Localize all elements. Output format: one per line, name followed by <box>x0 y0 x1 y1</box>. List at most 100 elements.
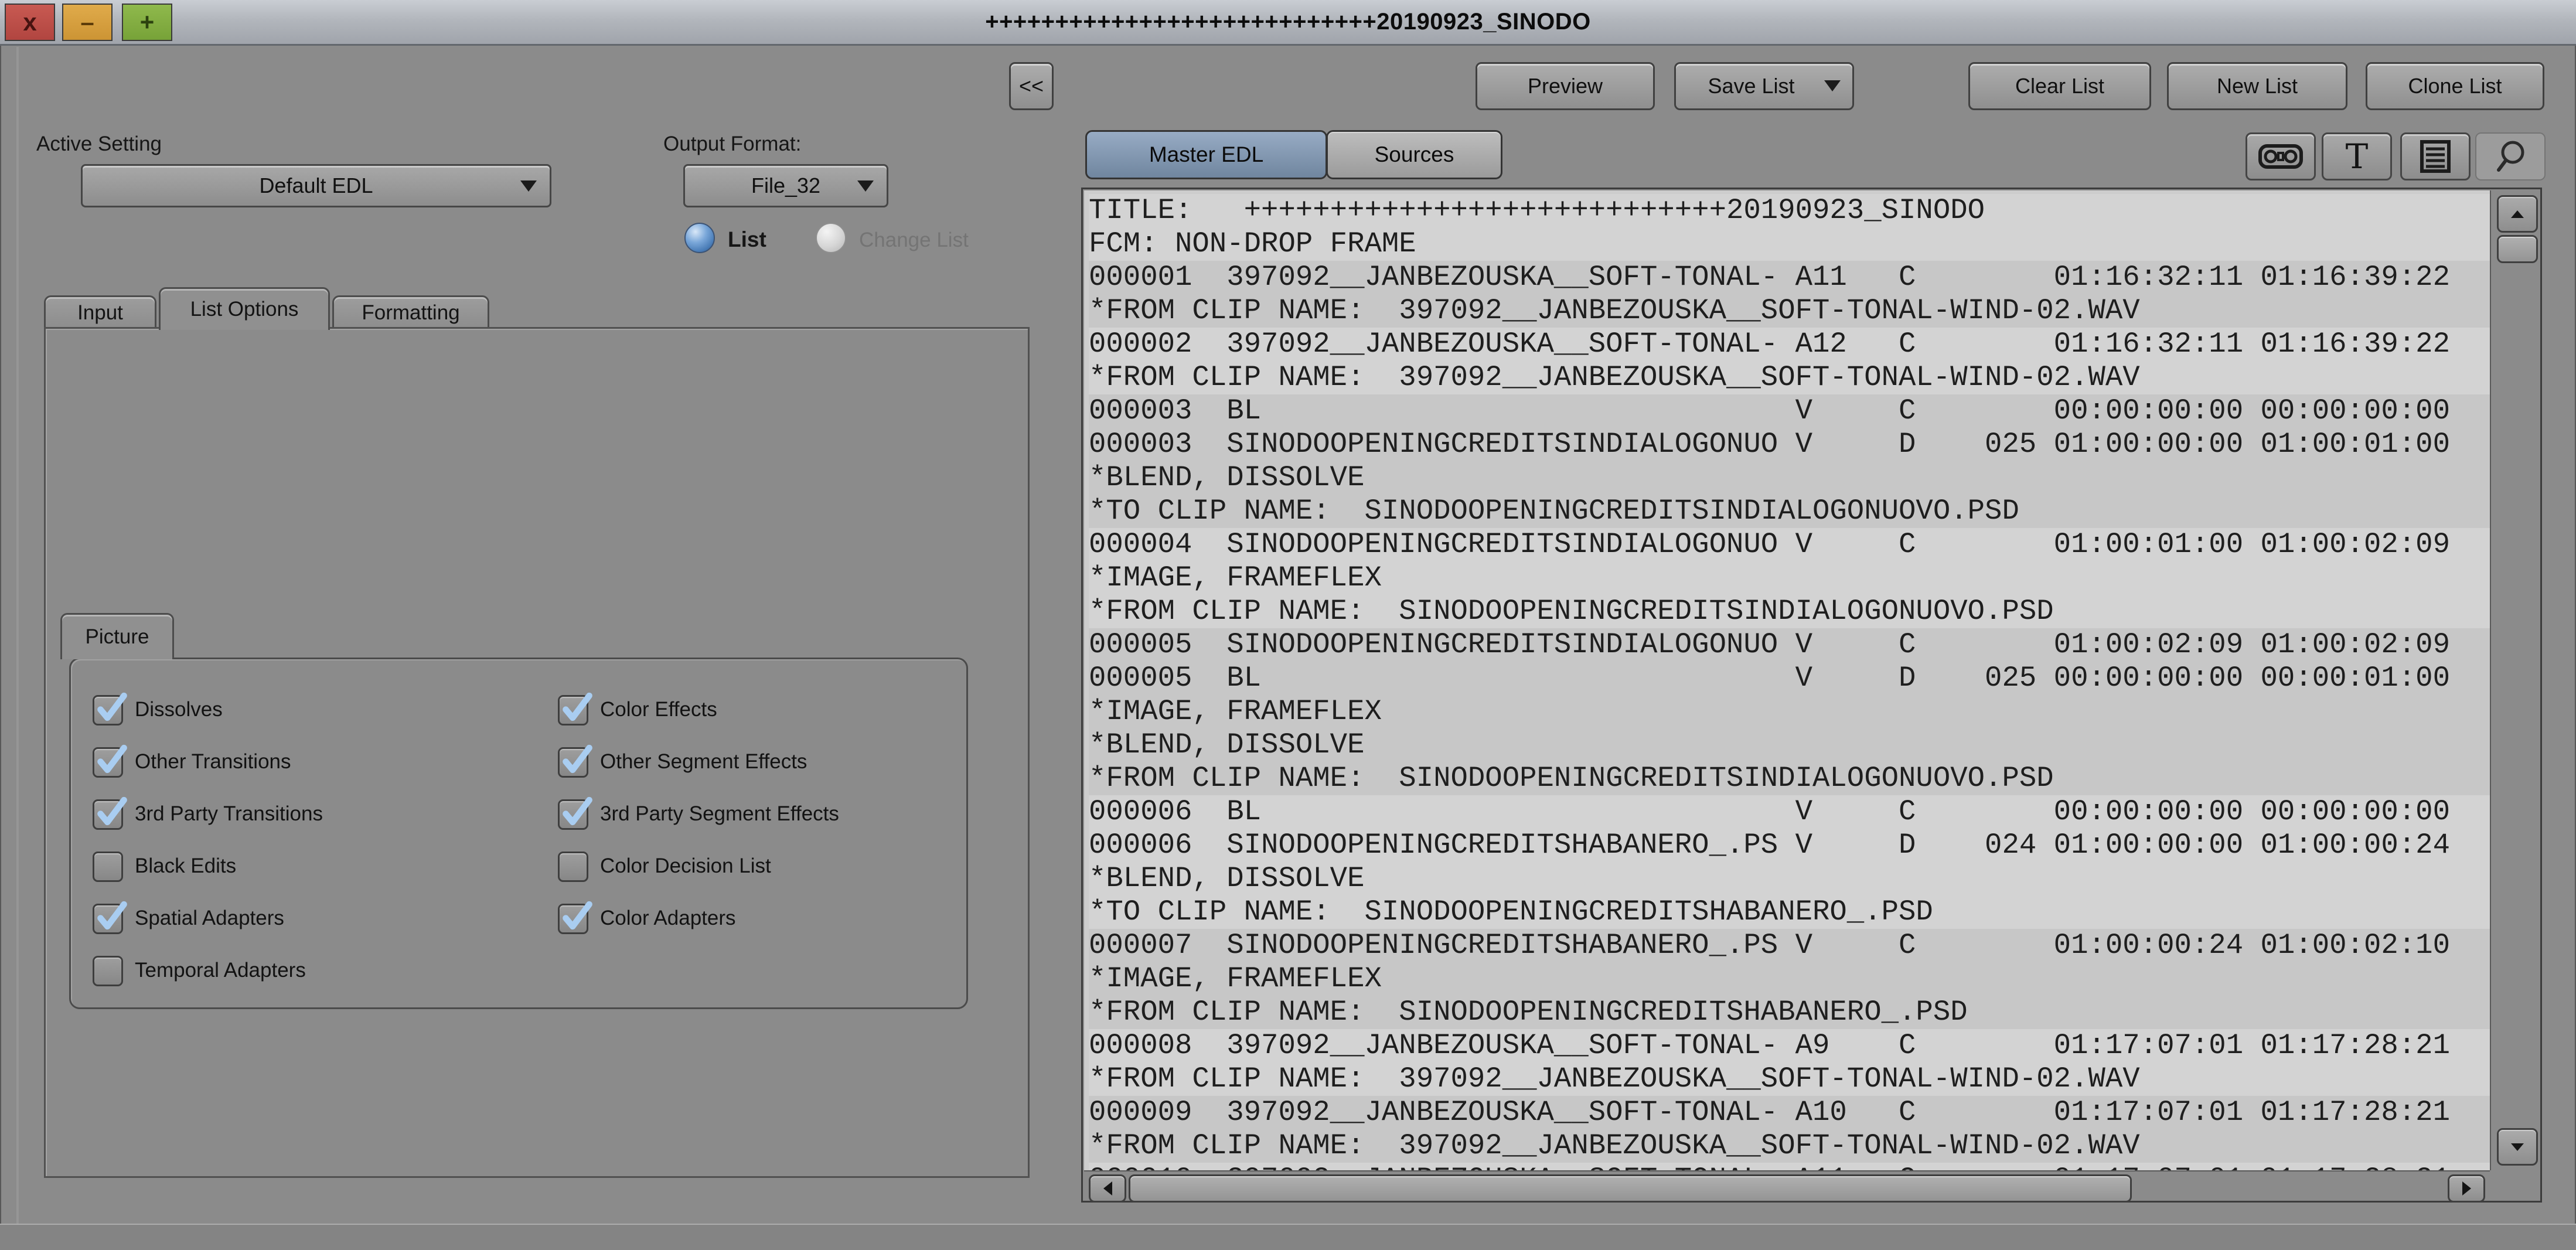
save-list-button[interactable]: Save List <box>1674 62 1854 110</box>
text-tool-icon: T <box>2346 137 2369 176</box>
checkbox-label: 3rd Party Segment Effects <box>600 799 839 829</box>
checkbox-spatial-adapters[interactable] <box>93 904 123 934</box>
scroll-up-button[interactable] <box>2497 195 2538 233</box>
tab-picture[interactable]: Picture <box>60 613 174 659</box>
edl-text-viewport[interactable]: TITLE: ++++++++++++++++++++++++++++20190… <box>1084 190 2490 1170</box>
checkbox-color-decision-list[interactable] <box>558 852 588 882</box>
edl-content-box: TITLE: ++++++++++++++++++++++++++++20190… <box>1081 188 2542 1203</box>
tab-master-edl-label: Master EDL <box>1149 142 1263 167</box>
list-view-button[interactable] <box>2400 132 2471 180</box>
checkbox-label: Color Effects <box>600 695 717 724</box>
checkbox-3rd-party-transitions[interactable] <box>93 799 123 830</box>
edl-line: 000001 397092__JANBEZOUSKA__SOFT-TONAL- … <box>1089 261 2490 294</box>
edl-line: *FROM CLIP NAME: 397092__JANBEZOUSKA__SO… <box>1089 294 2490 328</box>
edl-line: *IMAGE, FRAMEFLEX <box>1089 561 2490 595</box>
chevron-up-icon <box>2511 210 2524 218</box>
check-icon <box>556 687 595 726</box>
tab-master-edl[interactable]: Master EDL <box>1085 130 1327 179</box>
checkbox-label: Spatial Adapters <box>135 904 284 933</box>
scroll-left-button[interactable] <box>1089 1174 1126 1203</box>
edl-line: *BLEND, DISSOLVE <box>1089 862 2490 895</box>
preview-button[interactable]: Preview <box>1476 62 1655 110</box>
edl-line: *IMAGE, FRAMEFLEX <box>1089 962 2490 996</box>
edl-line: *FROM CLIP NAME: SINODOOPENINGCREDITSIND… <box>1089 762 2490 795</box>
save-list-label: Save List <box>1708 74 1794 98</box>
edl-line: 000006 BL V C 00:00:00:00 00:00:00:00 <box>1089 795 2490 829</box>
horizontal-scrollbar[interactable] <box>1084 1170 2490 1201</box>
horizontal-scroll-thumb[interactable] <box>1129 1174 2132 1203</box>
edl-line: *BLEND, DISSOLVE <box>1089 728 2490 762</box>
tab-sources-label: Sources <box>1375 142 1454 167</box>
chevron-down-icon <box>2511 1143 2524 1151</box>
edl-line: 000002 397092__JANBEZOUSKA__SOFT-TONAL- … <box>1089 328 2490 361</box>
chevron-right-icon <box>2462 1181 2471 1195</box>
vertical-scroll-thumb[interactable] <box>2497 235 2538 263</box>
clear-list-label: Clear List <box>2015 74 2104 98</box>
edl-line: *FROM CLIP NAME: SINODOOPENINGCREDITSHAB… <box>1089 996 2490 1029</box>
text-tool-button[interactable]: T <box>2322 132 2392 180</box>
tab-list-options-label: List Options <box>190 298 299 321</box>
checkbox-color-adapters[interactable] <box>558 904 588 934</box>
search-button[interactable] <box>2475 132 2546 180</box>
checkbox-dissolves[interactable] <box>93 695 123 726</box>
tab-picture-label: Picture <box>86 625 149 649</box>
checkbox-3rd-party-segment-effects[interactable] <box>558 799 588 830</box>
check-icon <box>91 687 130 726</box>
check-icon <box>91 740 130 778</box>
tape-view-button[interactable] <box>2246 132 2316 180</box>
edl-line: *FROM CLIP NAME: 397092__JANBEZOUSKA__SO… <box>1089 1062 2490 1096</box>
clone-list-button[interactable]: Clone List <box>2366 62 2544 110</box>
edl-line: *TO CLIP NAME: SINODOOPENINGCREDITSHABAN… <box>1089 895 2490 929</box>
checkbox-label: Other Transitions <box>135 747 291 776</box>
vertical-scrollbar[interactable] <box>2490 190 2540 1170</box>
new-list-label: New List <box>2217 74 2298 98</box>
clear-list-button[interactable]: Clear List <box>1968 62 2151 110</box>
chevron-down-icon[interactable] <box>1824 80 1841 91</box>
tab-list-options[interactable]: List Options <box>159 287 330 330</box>
edl-line: 000003 SINODOOPENINGCREDITSINDIALOGONUO … <box>1089 428 2490 461</box>
checkbox-label: Color Adapters <box>600 904 736 933</box>
check-icon <box>556 740 595 778</box>
checkbox-other-transitions[interactable] <box>93 747 123 778</box>
edl-line: *BLEND, DISSOLVE <box>1089 461 2490 495</box>
edl-line: 000005 SINODOOPENINGCREDITSINDIALOGONUO … <box>1089 628 2490 662</box>
checkbox-label: Dissolves <box>135 695 223 724</box>
checkbox-label: 3rd Party Transitions <box>135 799 323 829</box>
list-view-icon <box>2419 139 2452 174</box>
edl-line: 000006 SINODOOPENINGCREDITSHABANERO_.PS … <box>1089 829 2490 862</box>
preview-label: Preview <box>1528 74 1603 98</box>
edl-line: 000009 397092__JANBEZOUSKA__SOFT-TONAL- … <box>1089 1096 2490 1129</box>
edl-line: *IMAGE, FRAMEFLEX <box>1089 695 2490 728</box>
edl-line: 000004 SINODOOPENINGCREDITSINDIALOGONUO … <box>1089 528 2490 561</box>
scroll-right-button[interactable] <box>2448 1174 2485 1203</box>
check-icon <box>91 896 130 935</box>
edl-line: *FROM CLIP NAME: 397092__JANBEZOUSKA__SO… <box>1089 1129 2490 1163</box>
edl-line: 000005 BL V D 025 00:00:00:00 00:00:01:0… <box>1089 662 2490 695</box>
checkbox-other-segment-effects[interactable] <box>558 747 588 778</box>
edl-line: *TO CLIP NAME: SINODOOPENINGCREDITSINDIA… <box>1089 495 2490 528</box>
scroll-down-button[interactable] <box>2497 1128 2538 1166</box>
tab-sources[interactable]: Sources <box>1326 130 1502 179</box>
checkbox-color-effects[interactable] <box>558 695 588 726</box>
checkbox-label: Other Segment Effects <box>600 747 807 776</box>
edl-manager-window: ++++++++++++++++++++++++++++20190923_SIN… <box>0 0 2576 1250</box>
edl-line: 000010 397092__JANBEZOUSKA__SOFT-TONAL- … <box>1089 1163 2490 1170</box>
new-list-button[interactable]: New List <box>2167 62 2347 110</box>
edl-line: FCM: NON-DROP FRAME <box>1089 227 2490 261</box>
edl-line: 000008 397092__JANBEZOUSKA__SOFT-TONAL- … <box>1089 1029 2490 1062</box>
edl-line: 000007 SINODOOPENINGCREDITSHABANERO_.PS … <box>1089 929 2490 962</box>
check-icon <box>91 792 130 830</box>
include-checkbox-area: Dissolves Other Transitions 3rd Party Tran… <box>0 0 1030 1178</box>
clone-list-label: Clone List <box>2408 74 2502 98</box>
checkbox-label: Black Edits <box>135 852 236 881</box>
tape-icon <box>2258 142 2304 171</box>
checkbox-temporal-adapters[interactable] <box>93 956 123 986</box>
check-icon <box>556 896 595 935</box>
edl-line: 000003 BL V C 00:00:00:00 00:00:00:00 <box>1089 394 2490 428</box>
check-icon <box>556 792 595 830</box>
checkbox-black-edits[interactable] <box>93 852 123 882</box>
edl-text: TITLE: ++++++++++++++++++++++++++++20190… <box>1084 190 2490 1170</box>
edl-line: *FROM CLIP NAME: 397092__JANBEZOUSKA__SO… <box>1089 361 2490 394</box>
chevron-left-icon <box>1103 1181 1112 1195</box>
checkbox-label: Temporal Adapters <box>135 956 306 985</box>
